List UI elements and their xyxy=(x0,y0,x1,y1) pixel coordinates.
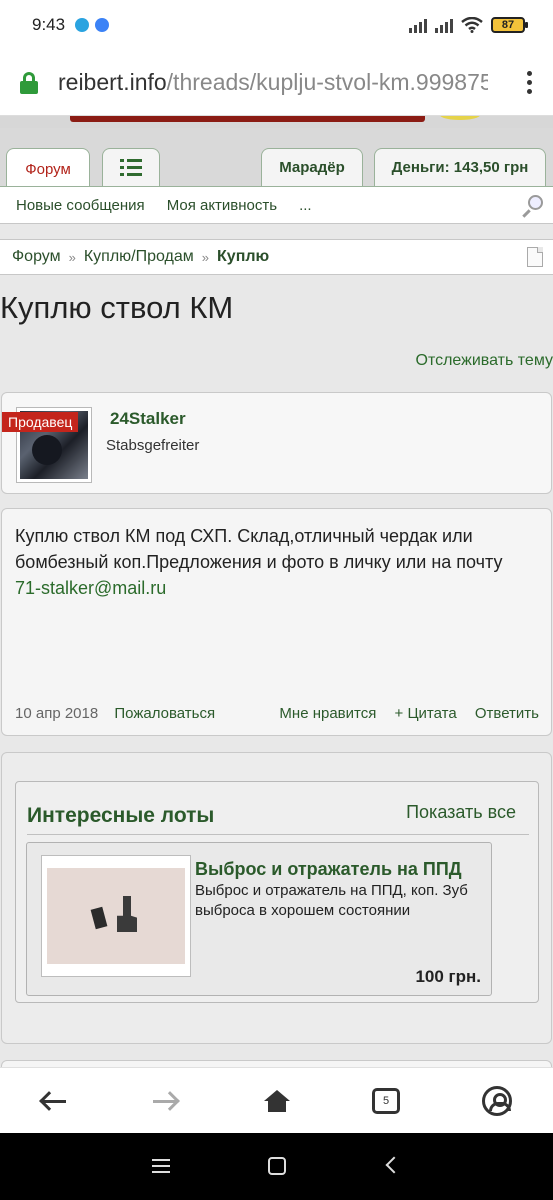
sub-navigation: Новые сообщения Моя активность ... xyxy=(0,186,553,224)
forward-button[interactable] xyxy=(151,1086,181,1116)
url-host: reibert.info xyxy=(58,69,167,95)
post-text: Куплю ствол КМ под СХП. Склад,отличный ч… xyxy=(15,526,503,572)
interesting-lots-section: Интересные лоты Показать все Выброс и от… xyxy=(1,752,552,1044)
breadcrumb-item-buy-sell[interactable]: Куплю/Продам xyxy=(84,248,194,266)
author-rank: Stabsgefreiter xyxy=(106,437,200,454)
lot-description: Выброс и отражатель на ППД, коп. Зуб выб… xyxy=(195,882,468,919)
list-icon xyxy=(120,159,142,176)
author-name[interactable]: 24Stalker xyxy=(110,409,186,429)
forward-arrow-icon xyxy=(153,1100,177,1103)
search-icon[interactable] xyxy=(521,195,543,218)
show-all-link[interactable]: Показать все xyxy=(406,802,516,823)
post-date: 10 апр 2018 xyxy=(15,705,99,722)
status-time: 9:43 xyxy=(32,15,66,34)
wifi-icon xyxy=(461,17,483,33)
home-button[interactable] xyxy=(261,1086,291,1116)
post-body: Куплю ствол КМ под СХП. Склад,отличный ч… xyxy=(15,523,545,601)
lot-title[interactable]: Выброс и отражатель на ППД xyxy=(195,859,462,880)
telegram-icon xyxy=(75,18,90,32)
lock-icon xyxy=(20,71,38,94)
report-link[interactable]: Пожаловаться xyxy=(114,705,215,722)
post-card: Куплю ствол КМ под СХП. Склад,отличный ч… xyxy=(1,508,552,736)
site-logo[interactable] xyxy=(0,116,553,128)
messenger-icon xyxy=(95,18,110,32)
tab-money[interactable]: Деньги: 143,50 грн xyxy=(374,148,546,186)
user-icon xyxy=(482,1086,512,1116)
breadcrumb: Форум » Куплю/Продам » Куплю xyxy=(0,239,553,275)
battery-icon: 87 xyxy=(491,17,528,33)
lot-price: 100 грн. xyxy=(415,967,481,986)
recents-icon[interactable] xyxy=(152,1159,170,1173)
tabs-icon: 5 xyxy=(372,1088,400,1114)
divider xyxy=(27,834,529,835)
author-card: Продавец 24Stalker Stabsgefreiter xyxy=(1,392,552,494)
post-email-link[interactable]: 71-stalker@mail.ru xyxy=(15,578,166,598)
tab-forum[interactable]: Форум xyxy=(6,148,90,190)
quote-link[interactable]: + Цитата xyxy=(395,705,457,722)
like-link[interactable]: Мне нравится xyxy=(279,705,376,722)
breadcrumb-separator: » xyxy=(68,249,76,265)
system-home-icon[interactable] xyxy=(268,1157,286,1175)
link-new-messages[interactable]: Новые сообщения xyxy=(16,197,145,214)
url-path: /threads/kuplju-stvol-km.999875 xyxy=(166,69,488,95)
link-my-activity[interactable]: Моя активность xyxy=(167,197,277,214)
system-back-icon[interactable] xyxy=(385,1156,403,1174)
breadcrumb-item-forum[interactable]: Форум xyxy=(12,248,61,266)
breadcrumb-separator: » xyxy=(201,249,210,265)
seller-badge: Продавец xyxy=(2,412,79,432)
home-icon xyxy=(264,1090,290,1112)
url-text[interactable]: reibert.info/threads/kuplju-stvol-km.999… xyxy=(58,69,488,96)
page-title: Куплю ствол КМ xyxy=(0,290,234,325)
reply-link[interactable]: Ответить xyxy=(475,705,539,722)
status-bar: 9:43 87 xyxy=(0,0,553,50)
link-more[interactable]: ... xyxy=(299,197,312,214)
system-navigation-bar xyxy=(0,1133,553,1200)
document-icon[interactable] xyxy=(527,247,543,267)
menu-button[interactable] xyxy=(102,148,160,186)
profile-button[interactable] xyxy=(482,1086,512,1116)
lots-title: Интересные лоты xyxy=(27,804,215,827)
breadcrumb-current[interactable]: Куплю xyxy=(217,248,269,266)
lots-panel: Интересные лоты Показать все Выброс и от… xyxy=(15,781,539,1003)
follow-thread-link[interactable]: Отслеживать тему xyxy=(416,352,553,370)
browser-toolbar: 5 xyxy=(0,1067,553,1133)
address-bar[interactable]: reibert.info/threads/kuplju-stvol-km.999… xyxy=(0,50,553,116)
tabs-button[interactable]: 5 xyxy=(370,1086,400,1116)
back-arrow-icon xyxy=(42,1100,66,1103)
signal-icon-2 xyxy=(435,17,453,33)
menu-kebab-icon[interactable] xyxy=(527,71,533,94)
lot-card[interactable]: Выброс и отражатель на ППД Выброс и отра… xyxy=(26,842,492,996)
tab-marauder[interactable]: Марадёр xyxy=(261,148,363,186)
lot-image[interactable] xyxy=(41,855,191,977)
back-button[interactable] xyxy=(40,1086,70,1116)
signal-icon xyxy=(409,17,427,33)
nav-tabs: Форум Марадёр Деньги: 143,50 грн xyxy=(0,128,553,190)
